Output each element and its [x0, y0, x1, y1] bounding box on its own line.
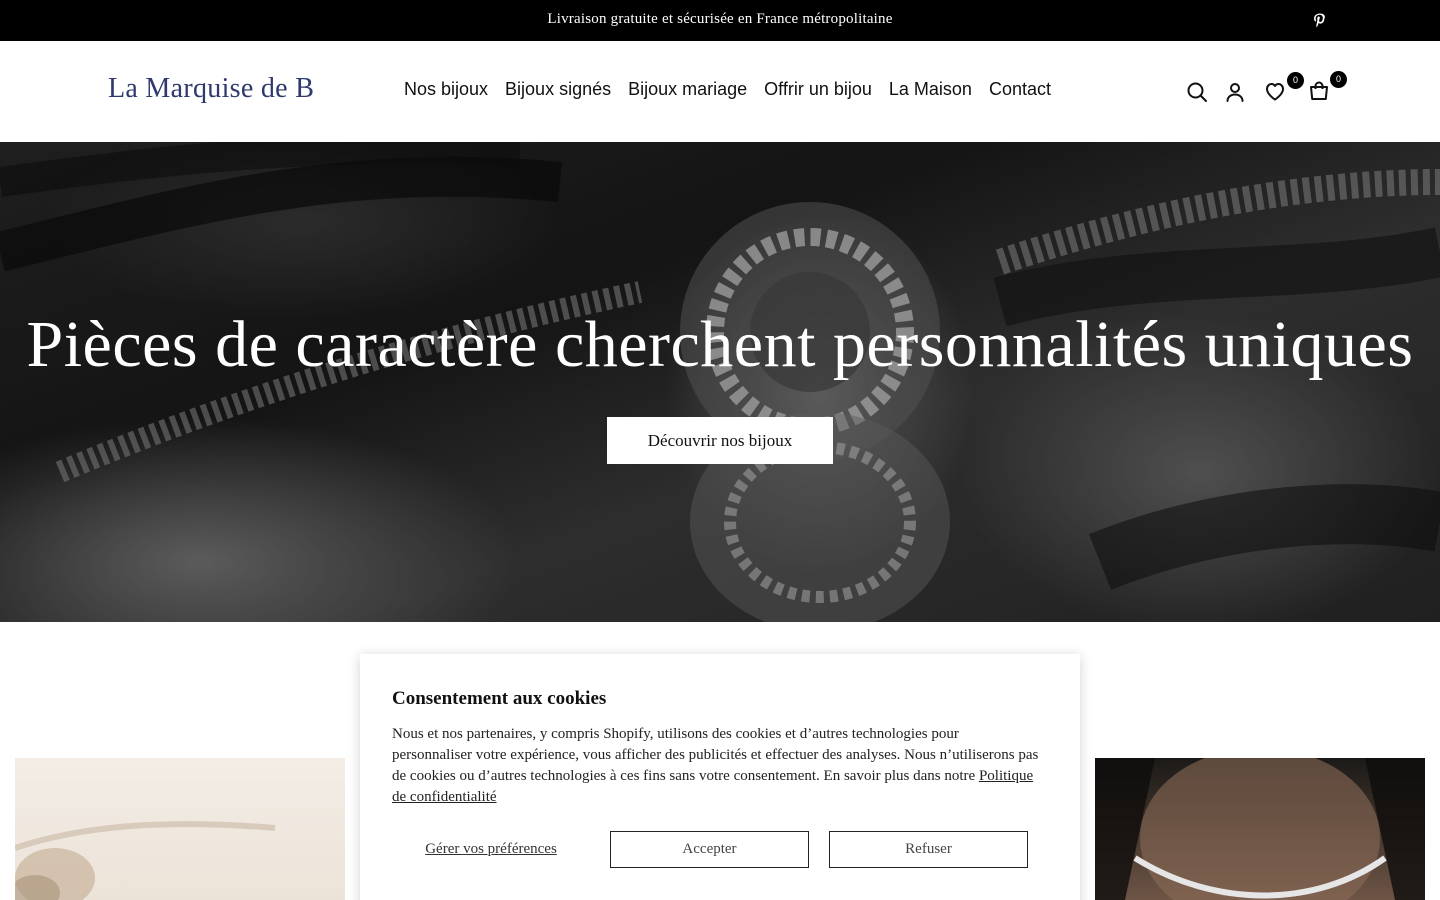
wishlist-icon[interactable]: [1263, 79, 1287, 103]
manage-preferences-button[interactable]: Gérer vos préférences: [392, 831, 590, 868]
discover-button[interactable]: Découvrir nos bijoux: [607, 417, 833, 464]
main-nav: Nos bijoux Bijoux signés Bijoux mariage …: [404, 79, 1051, 100]
site-logo[interactable]: La Marquise de B: [108, 73, 314, 105]
product-image-left[interactable]: [15, 758, 345, 900]
cookie-body: Nous et nos partenaires, y compris Shopi…: [392, 724, 1042, 808]
announcement-bar: Livraison gratuite et sécurisée en Franc…: [0, 0, 1440, 41]
announcement-text: Livraison gratuite et sécurisée en Franc…: [547, 11, 893, 27]
cookie-title: Consentement aux cookies: [392, 688, 607, 709]
cookie-consent-dialog: Consentement aux cookies Nous et nos par…: [360, 654, 1080, 900]
pinterest-icon[interactable]: [1311, 12, 1329, 30]
cart-icon[interactable]: [1307, 79, 1331, 103]
hero-title: Pièces de caractère cherchent personnali…: [26, 308, 1414, 381]
nav-item-bijoux-signes[interactable]: Bijoux signés: [505, 79, 611, 100]
nav-item-bijoux-mariage[interactable]: Bijoux mariage: [628, 79, 747, 100]
refuse-button[interactable]: Refuser: [829, 831, 1028, 868]
nav-item-la-maison[interactable]: La Maison: [889, 79, 972, 100]
search-icon[interactable]: [1185, 80, 1209, 104]
site-header: La Marquise de B Nos bijoux Bijoux signé…: [0, 41, 1440, 142]
wishlist-count-badge: 0: [1287, 72, 1304, 89]
account-icon[interactable]: [1223, 80, 1247, 104]
nav-item-offrir-un-bijou[interactable]: Offrir un bijou: [764, 79, 872, 100]
cart-count-badge: 0: [1330, 71, 1347, 88]
nav-item-contact[interactable]: Contact: [989, 79, 1051, 100]
product-image-right[interactable]: [1095, 758, 1425, 900]
nav-item-nos-bijoux[interactable]: Nos bijoux: [404, 79, 488, 100]
accept-button[interactable]: Accepter: [610, 831, 809, 868]
cookie-body-text: Nous et nos partenaires, y compris Shopi…: [392, 726, 1039, 784]
hero-banner: Pièces de caractère cherchent personnali…: [0, 142, 1440, 622]
